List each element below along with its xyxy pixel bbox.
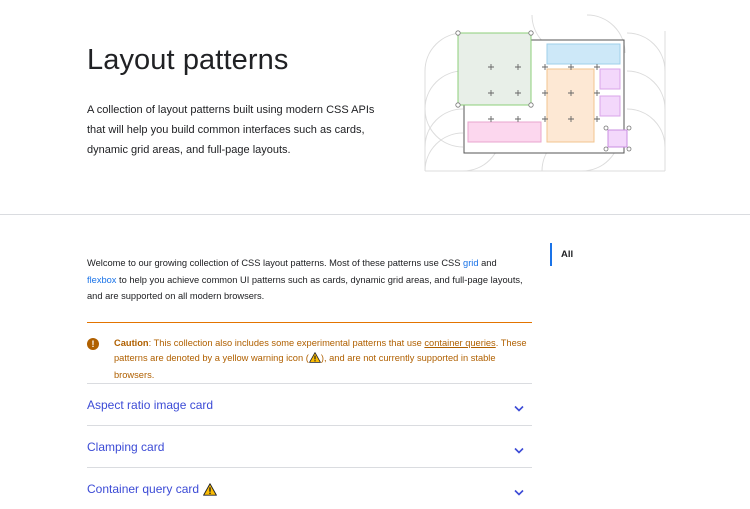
caution-text: Caution: This collection also includes s… (114, 336, 532, 383)
accordion-item-container-query-card[interactable]: Container query card (87, 467, 532, 509)
accordion-item-title: Aspect ratio image card (87, 398, 214, 412)
accordion-item-title: Container query card (87, 482, 217, 499)
intro-text-start: Welcome to our growing collection of CSS… (87, 258, 464, 268)
container-queries-link[interactable]: container queries (424, 338, 495, 348)
flexbox-link[interactable]: flexbox (87, 275, 116, 285)
accordion-item-clamping-card[interactable]: Clamping card (87, 425, 532, 467)
side-nav-item-all[interactable]: All (561, 249, 573, 260)
chevron-down-icon[interactable] (514, 399, 524, 417)
exclamation-circle-icon: ! (87, 338, 99, 350)
caution-text-start: : This collection also includes some exp… (148, 338, 425, 348)
chevron-down-icon[interactable] (514, 441, 524, 459)
accordion-item-aspect-ratio-image-card[interactable]: Aspect ratio image card (87, 383, 532, 425)
side-nav-active-indicator (550, 243, 552, 266)
accordion-item-title-text: Container query card (87, 482, 200, 496)
warning-icon (308, 352, 321, 368)
chevron-down-icon[interactable] (514, 483, 524, 501)
intro-paragraph: Welcome to our growing collection of CSS… (87, 255, 527, 305)
intro-text-end: to help you achieve common UI patterns s… (87, 274, 523, 302)
hero-description: A collection of layout patterns built us… (87, 104, 375, 156)
grid-link[interactable]: grid (463, 258, 479, 268)
section-divider (0, 214, 750, 215)
accordion-item-title: Clamping card (87, 440, 165, 454)
page-title: Layout patterns (87, 44, 289, 76)
intro-text-and: and (478, 258, 497, 268)
warning-icon (203, 483, 217, 499)
caution-divider (87, 322, 532, 323)
hero-illustration (422, 11, 667, 181)
pattern-accordion: Aspect ratio image card Clamping card Co… (87, 383, 532, 509)
caution-label: Caution (114, 338, 149, 348)
